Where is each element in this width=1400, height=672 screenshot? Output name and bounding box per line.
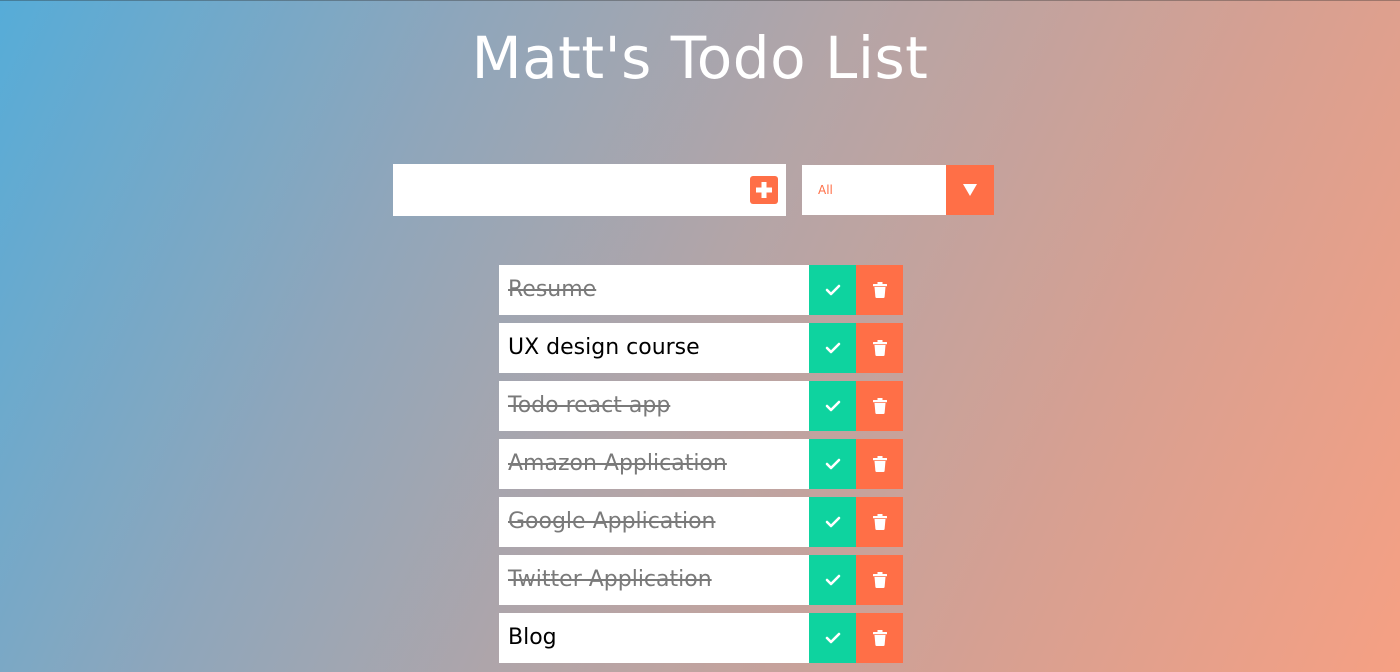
todo-item: Twitter Application — [499, 555, 903, 605]
complete-button[interactable] — [809, 613, 856, 663]
add-todo-button[interactable] — [750, 176, 778, 204]
todo-text: UX design course — [499, 323, 809, 373]
trash-icon — [872, 340, 887, 356]
trash-icon — [872, 572, 887, 588]
delete-button[interactable] — [856, 497, 903, 547]
todo-item: Resume — [499, 265, 903, 315]
complete-button[interactable] — [809, 439, 856, 489]
window-top-border — [0, 0, 1400, 1]
check-icon — [825, 574, 840, 586]
trash-icon — [872, 514, 887, 530]
trash-icon — [872, 630, 887, 646]
new-todo-input[interactable] — [393, 164, 733, 216]
filter-dropdown-button[interactable] — [946, 165, 994, 215]
delete-button[interactable] — [856, 439, 903, 489]
delete-button[interactable] — [856, 613, 903, 663]
todo-text: Todo react app — [499, 381, 809, 431]
check-icon — [825, 342, 840, 354]
trash-icon — [872, 398, 887, 414]
todo-item: Todo react app — [499, 381, 903, 431]
trash-icon — [872, 456, 887, 472]
todo-text: Blog — [499, 613, 809, 663]
todo-list: Resume UX design course Todo react app A… — [499, 265, 903, 671]
complete-button[interactable] — [809, 555, 856, 605]
check-icon — [825, 632, 840, 644]
filter-selected-value: All — [818, 183, 833, 197]
todo-text: Resume — [499, 265, 809, 315]
plus-icon — [756, 182, 772, 198]
todo-item: Google Application — [499, 497, 903, 547]
todo-item: UX design course — [499, 323, 903, 373]
todo-text: Google Application — [499, 497, 809, 547]
new-todo-form — [393, 164, 786, 216]
complete-button[interactable] — [809, 497, 856, 547]
check-icon — [825, 516, 840, 528]
todo-item: Amazon Application — [499, 439, 903, 489]
delete-button[interactable] — [856, 555, 903, 605]
delete-button[interactable] — [856, 381, 903, 431]
check-icon — [825, 458, 840, 470]
complete-button[interactable] — [809, 323, 856, 373]
trash-icon — [872, 282, 887, 298]
complete-button[interactable] — [809, 265, 856, 315]
check-icon — [825, 284, 840, 296]
triangle-down-icon — [963, 184, 977, 196]
filter-select[interactable]: All — [802, 165, 994, 215]
delete-button[interactable] — [856, 265, 903, 315]
todo-text: Twitter Application — [499, 555, 809, 605]
todo-text: Amazon Application — [499, 439, 809, 489]
delete-button[interactable] — [856, 323, 903, 373]
page-title: Matt's Todo List — [471, 24, 929, 92]
check-icon — [825, 400, 840, 412]
todo-item: Blog — [499, 613, 903, 663]
complete-button[interactable] — [809, 381, 856, 431]
